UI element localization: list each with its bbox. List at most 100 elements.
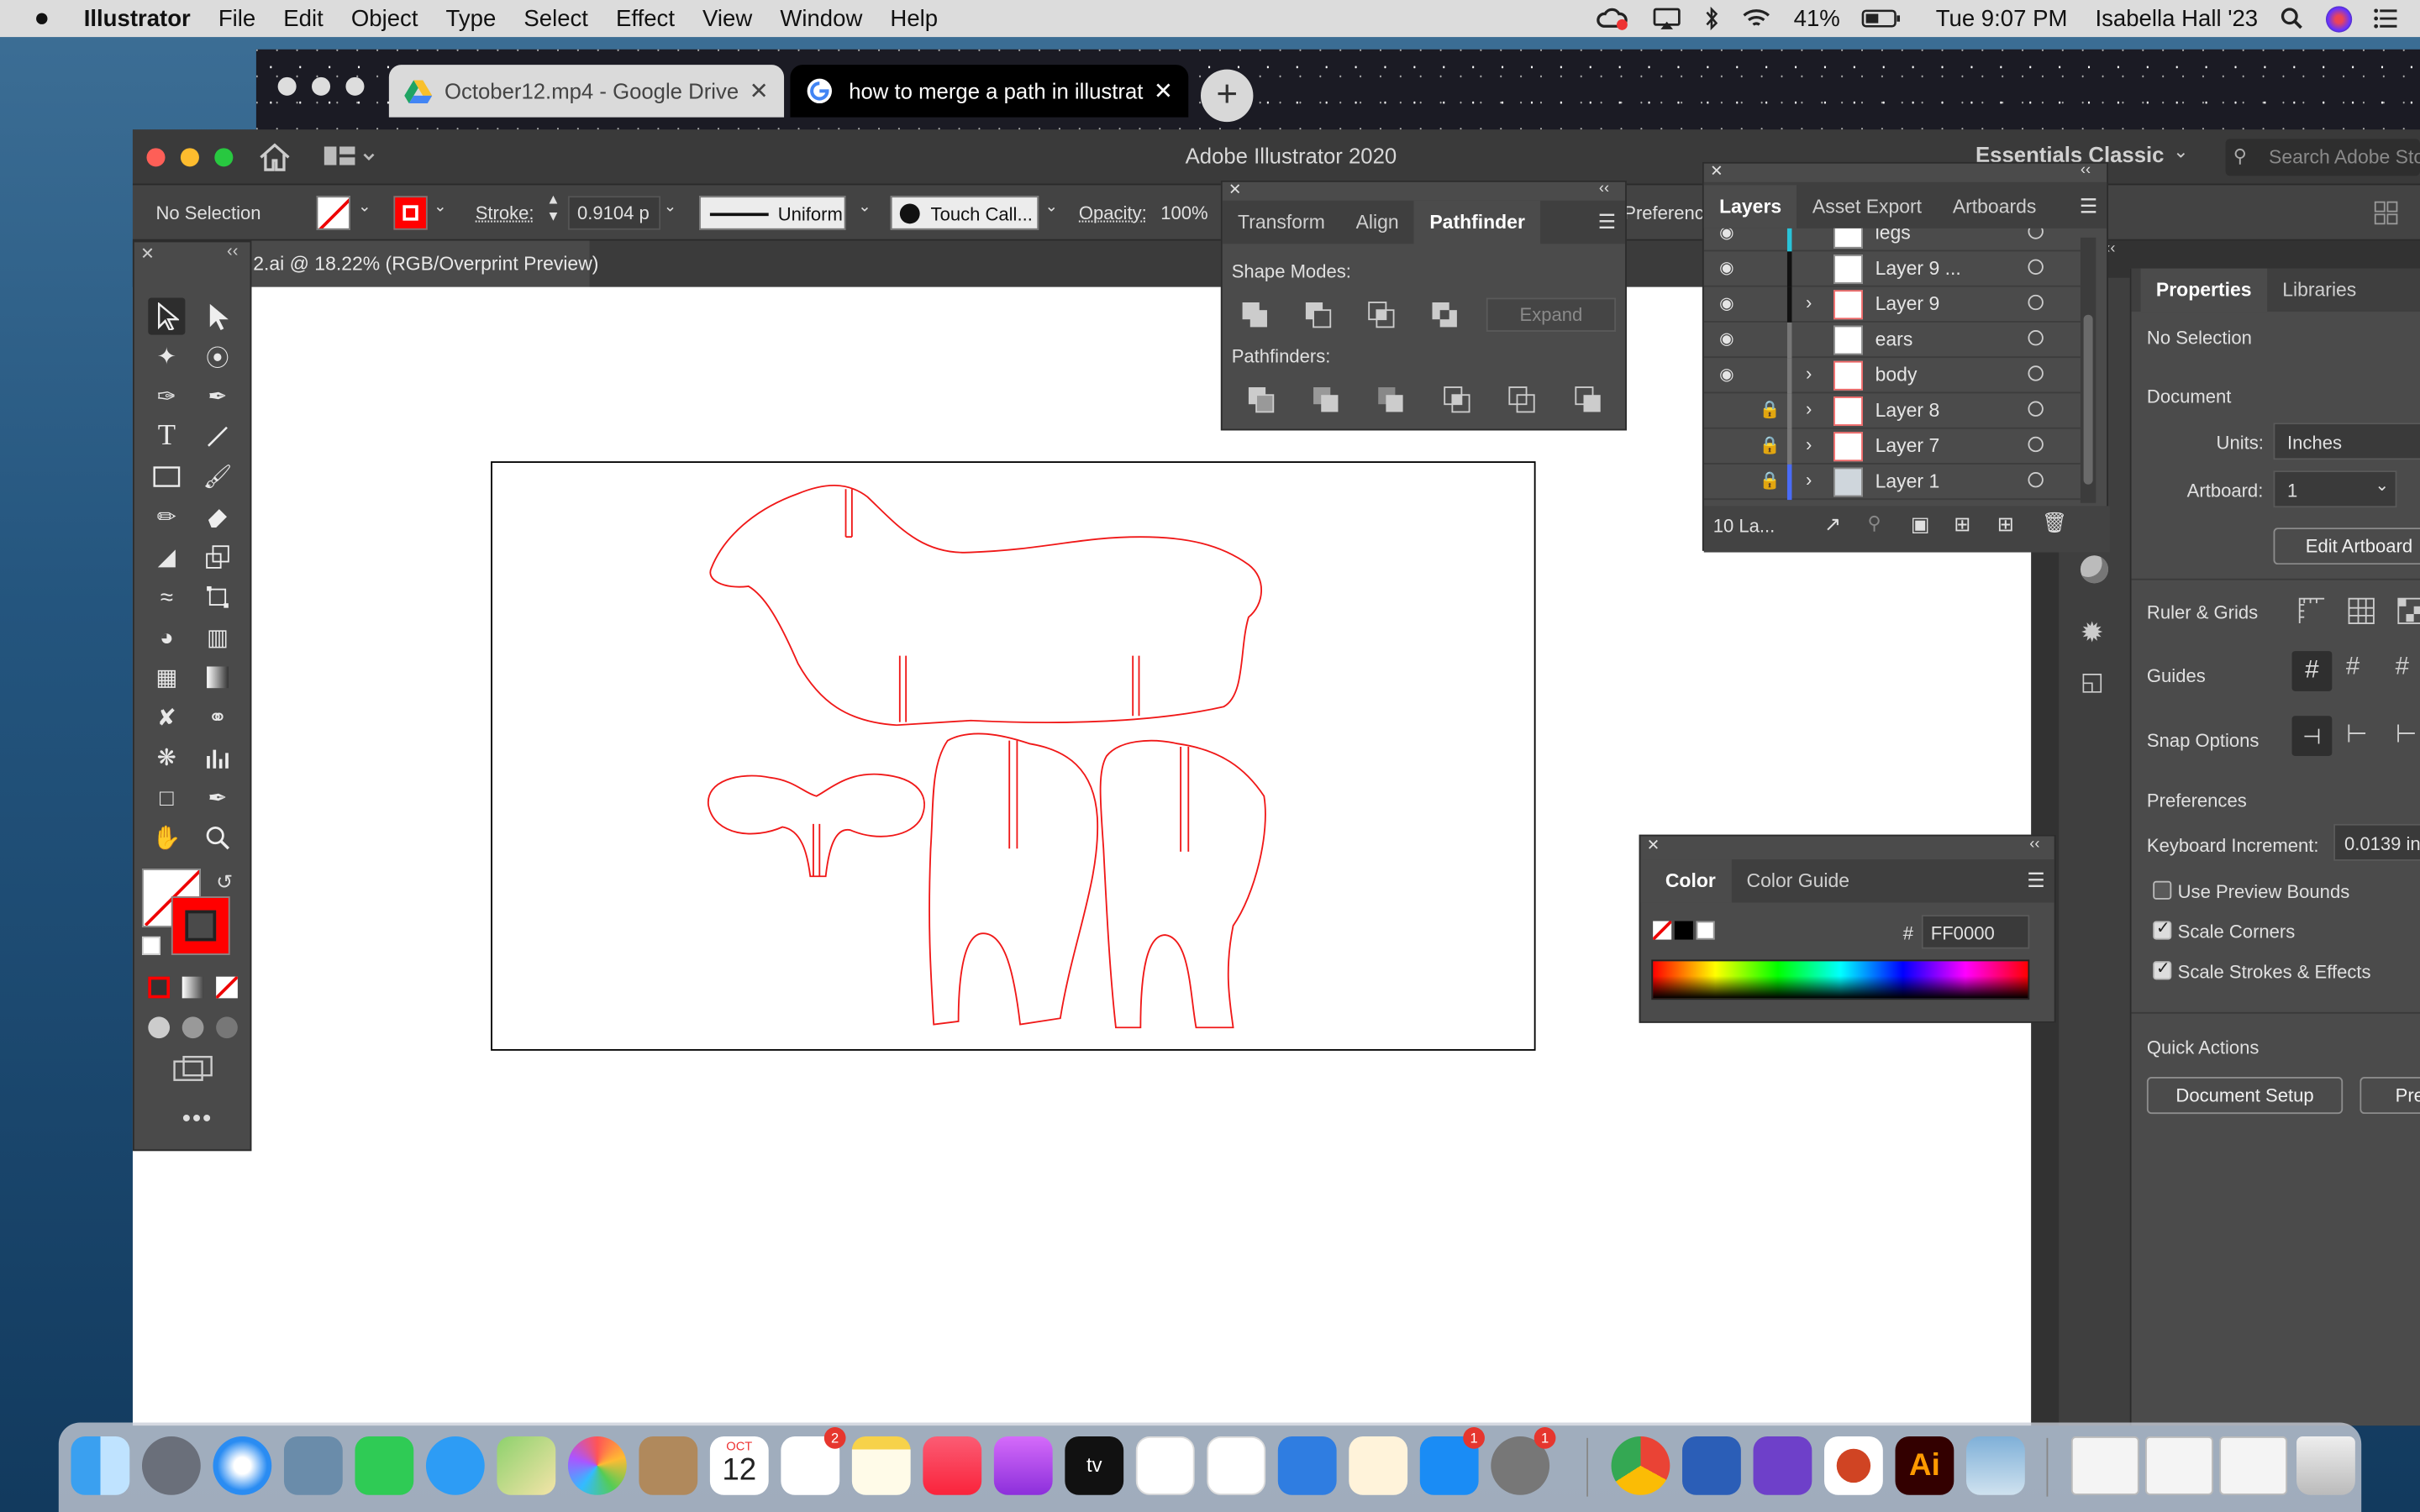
finder-icon[interactable]: [71, 1436, 130, 1495]
paintbrush-tool-icon[interactable]: 🖌: [199, 459, 236, 496]
launchpad-icon[interactable]: [141, 1436, 201, 1495]
spotlight-search-icon[interactable]: [2280, 6, 2304, 30]
menu-file[interactable]: File: [218, 5, 255, 31]
pen-tool-icon[interactable]: ✑: [148, 378, 185, 415]
keyboard-increment-field[interactable]: 0.0139 in: [2333, 823, 2420, 861]
image-capture-icon[interactable]: [1966, 1436, 2025, 1495]
draw-behind-icon[interactable]: [182, 1016, 204, 1039]
rulers-icon[interactable]: [2296, 596, 2328, 627]
reflect-tool-icon[interactable]: ◢: [148, 538, 185, 575]
draw-normal-icon[interactable]: [148, 1016, 171, 1039]
layer-name[interactable]: Layer 9 ...: [1876, 258, 1961, 280]
tab-transform[interactable]: Transform: [1223, 201, 1341, 244]
tab-libraries[interactable]: Libraries: [2267, 269, 2372, 312]
apple-icon[interactable]: ●: [34, 3, 50, 34]
export-icon[interactable]: ↗: [1824, 512, 1841, 537]
target-icon[interactable]: [2028, 330, 2044, 346]
eye-icon[interactable]: ◉: [1719, 293, 1734, 313]
brush-definition[interactable]: Touch Call...: [890, 196, 1039, 230]
snap-to-point-icon[interactable]: ⊣: [2291, 716, 2333, 757]
collapse-panel-icon[interactable]: ‹‹: [227, 242, 238, 260]
chrome-icon[interactable]: [1611, 1436, 1670, 1495]
show-guides-icon[interactable]: #: [2291, 651, 2333, 691]
gradient-tool-icon[interactable]: [199, 659, 236, 696]
menu-type[interactable]: Type: [446, 5, 497, 31]
tab-color[interactable]: Color: [1640, 859, 1732, 903]
maps-icon[interactable]: [497, 1436, 556, 1495]
scale-corners-checkbox[interactable]: [2153, 918, 2172, 940]
menu-window[interactable]: Window: [780, 5, 862, 31]
snap-to-pixel-icon[interactable]: ⊢: [2346, 719, 2368, 750]
downloads-stack-icon[interactable]: [2070, 1436, 2139, 1495]
divide-icon[interactable]: [1247, 386, 1275, 413]
new-tab-button[interactable]: +: [1200, 69, 1254, 123]
calendar-icon[interactable]: OCT 12: [709, 1436, 769, 1495]
slice-tool-icon[interactable]: ✒: [199, 780, 236, 816]
preferences-button[interactable]: Preferenc: [1623, 202, 1704, 224]
lock-icon[interactable]: 🔒: [1760, 435, 1781, 455]
layer-row-layer-8[interactable]: 🔒 › Layer 8: [1703, 393, 2081, 429]
github-icon[interactable]: [1753, 1436, 1812, 1495]
layer-row-layer-1[interactable]: 🔒 › Layer 1: [1703, 464, 2081, 501]
stroke-color-box[interactable]: [171, 896, 230, 955]
target-icon[interactable]: [2028, 294, 2044, 311]
stroke-label[interactable]: Stroke:: [476, 202, 534, 224]
menubar-clock[interactable]: Tue 9:07 PM: [1936, 5, 2068, 31]
wifi-icon[interactable]: [1741, 6, 1772, 30]
artboard-dropdown[interactable]: 1 ⌄: [2273, 470, 2397, 508]
snap-to-grid-icon[interactable]: ⊢: [2396, 719, 2417, 750]
browser-minimize-icon[interactable]: [312, 76, 331, 96]
creative-cloud-icon[interactable]: [1597, 6, 1630, 30]
white-swatch[interactable]: [1696, 921, 1715, 940]
browser-window-controls[interactable]: [277, 76, 371, 96]
unite-icon[interactable]: [1241, 301, 1269, 328]
layer-name[interactable]: body: [1876, 364, 1918, 386]
eyedropper-tool-icon[interactable]: ✘: [148, 699, 185, 736]
crop-icon[interactable]: [1443, 386, 1470, 413]
fill-swatch[interactable]: [316, 196, 350, 230]
tab-properties[interactable]: Properties: [2140, 268, 2267, 312]
eye-icon[interactable]: ◉: [1719, 328, 1734, 349]
layer-name[interactable]: Layer 8: [1876, 400, 1940, 422]
preview-app-icon[interactable]: [283, 1436, 343, 1495]
appearance-panel-icon[interactable]: [2080, 555, 2108, 584]
minus-back-icon[interactable]: [1574, 386, 1602, 413]
tab-asset-export[interactable]: Asset Export: [1797, 185, 1938, 228]
chevron-down-icon[interactable]: ⌄: [358, 199, 371, 216]
hand-tool-icon[interactable]: ✋: [148, 819, 185, 856]
free-transform-tool-icon[interactable]: [199, 579, 236, 616]
opacity-label[interactable]: Opacity:: [1079, 202, 1147, 224]
layers-scrollbar[interactable]: [2080, 237, 2096, 503]
documents-stack-icon[interactable]: [2145, 1436, 2213, 1495]
chevron-right-icon[interactable]: ›: [1806, 469, 1812, 491]
chevron-right-icon[interactable]: ›: [1806, 363, 1812, 385]
opacity-field[interactable]: 100%: [1160, 202, 1207, 224]
minus-front-icon[interactable]: [1304, 301, 1332, 328]
perspective-grid-tool-icon[interactable]: ▥: [199, 619, 236, 656]
new-layer-icon[interactable]: ⊞: [1997, 512, 2014, 537]
target-icon[interactable]: [2028, 436, 2044, 453]
menu-select[interactable]: Select: [523, 5, 588, 31]
layer-name[interactable]: ears: [1876, 328, 1913, 350]
grid-icon[interactable]: [2346, 596, 2377, 627]
warp-tool-icon[interactable]: ≈: [148, 579, 185, 616]
expand-button[interactable]: Expand: [1486, 297, 1617, 332]
layer-row-body[interactable]: ◉ › body: [1703, 358, 2081, 394]
blend-tool-icon[interactable]: ⚭: [199, 699, 236, 736]
news-icon[interactable]: [1135, 1436, 1195, 1495]
edit-toolbar-icon[interactable]: •••: [182, 1106, 213, 1134]
smart-guides-icon[interactable]: #: [2346, 654, 2360, 682]
chevron-right-icon[interactable]: ›: [1806, 398, 1812, 420]
collapse-panel-icon[interactable]: ‹‹: [2081, 162, 2091, 179]
tab-pathfinder[interactable]: Pathfinder: [1413, 200, 1541, 244]
units-dropdown[interactable]: Inches: [2273, 423, 2420, 460]
tab-layers[interactable]: Layers: [1703, 185, 1797, 228]
transform-panel-icon[interactable]: ◱: [2081, 666, 2104, 697]
menu-help[interactable]: Help: [890, 5, 938, 31]
window-close-icon[interactable]: [146, 148, 166, 167]
bluetooth-icon[interactable]: [1704, 6, 1719, 31]
layer-name[interactable]: Layer 7: [1876, 435, 1940, 457]
chevron-right-icon[interactable]: ›: [1806, 291, 1812, 313]
browser-tab-drive[interactable]: October12.mp4 - Google Drive ✕: [388, 65, 785, 118]
layer-row-layer-9-copy[interactable]: ◉ Layer 9 ...: [1703, 251, 2081, 287]
